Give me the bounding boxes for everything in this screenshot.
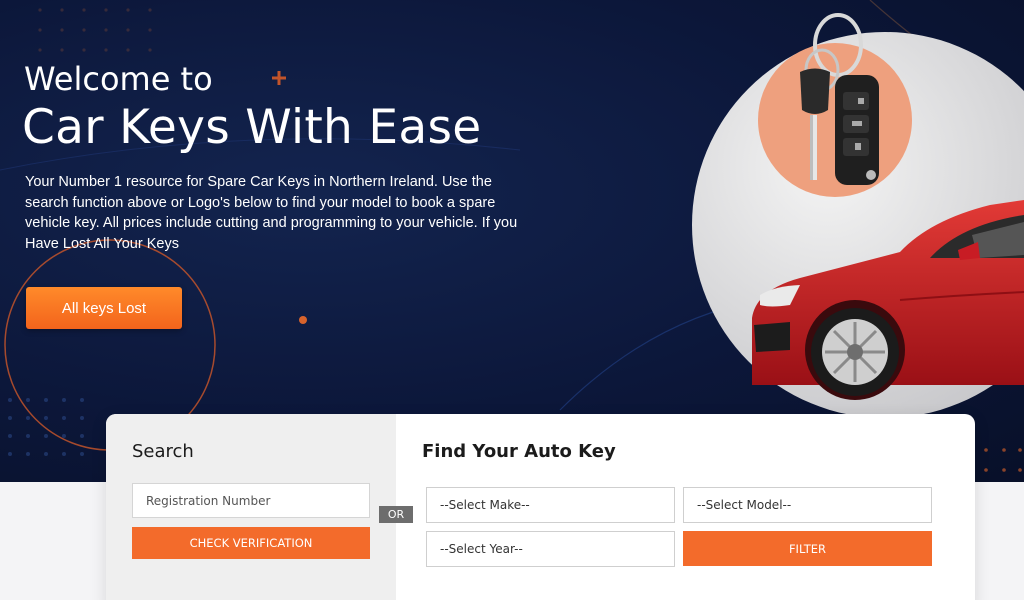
find-auto-key-heading: Find Your Auto Key: [422, 441, 616, 462]
check-verification-button[interactable]: CHECK VERIFICATION: [132, 527, 370, 559]
select-model-dropdown[interactable]: --Select Model--: [683, 487, 932, 523]
hero-banner: Welcome to Car Keys With Ease Your Numbe…: [0, 0, 1024, 482]
hero-description: Your Number 1 resource for Spare Car Key…: [25, 174, 518, 252]
search-card: Search CHECK VERIFICATION OR Find Your A…: [106, 414, 975, 600]
select-make-dropdown[interactable]: --Select Make--: [426, 487, 675, 523]
filter-button[interactable]: FILTER: [683, 531, 932, 566]
or-divider: OR: [379, 506, 413, 523]
registration-number-input[interactable]: [132, 483, 370, 518]
welcome-text: Welcome to: [24, 60, 213, 98]
search-heading: Search: [132, 441, 194, 462]
page-title: Car Keys With Ease: [22, 100, 482, 155]
all-keys-lost-button[interactable]: All keys Lost: [26, 287, 182, 329]
select-year-dropdown[interactable]: --Select Year--: [426, 531, 675, 567]
